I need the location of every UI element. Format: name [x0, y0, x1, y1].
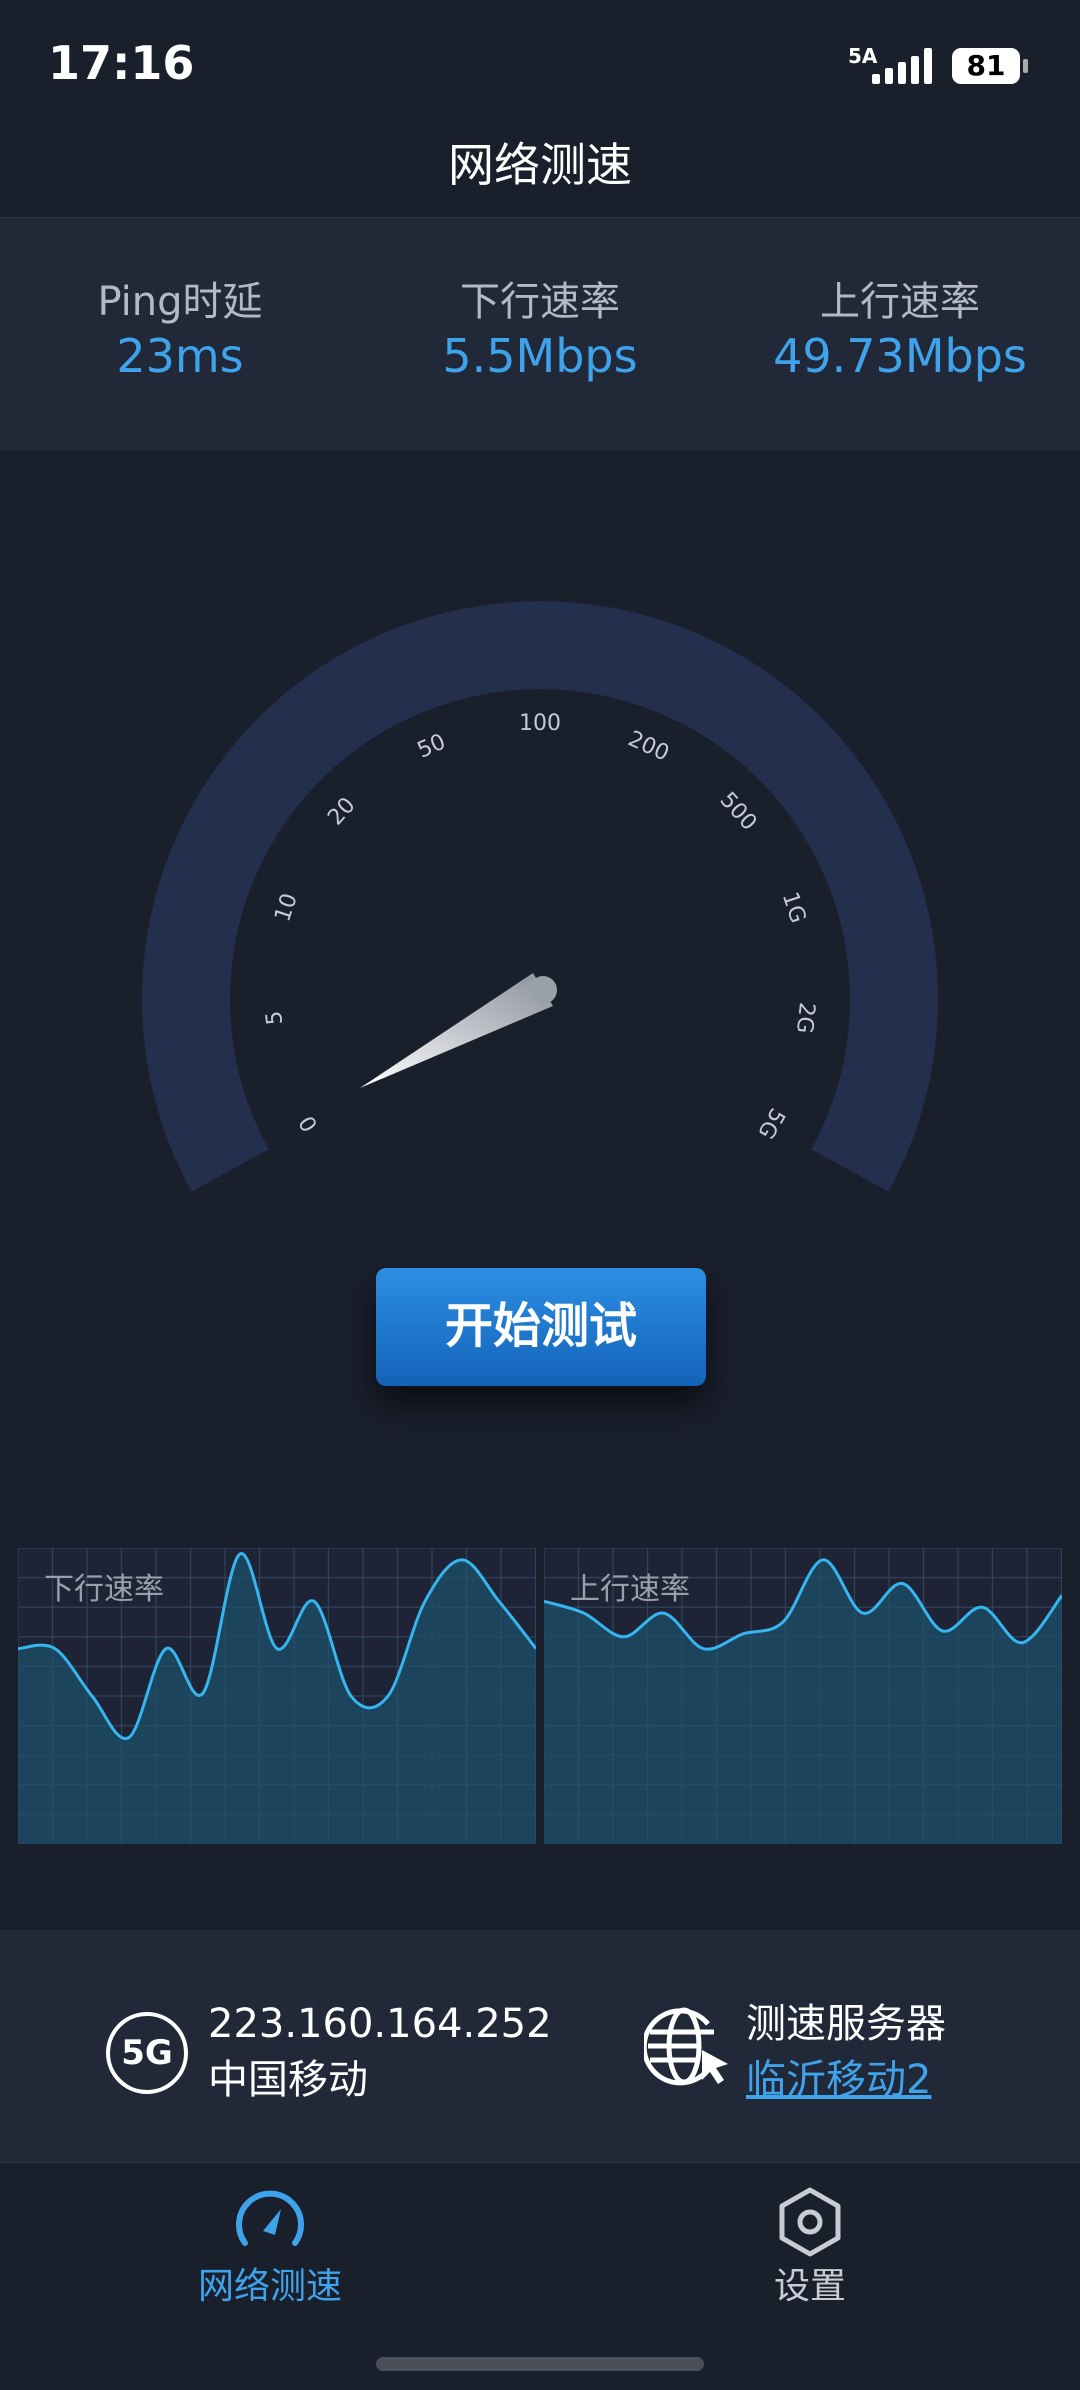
- gauge-needle: [360, 973, 557, 1088]
- gauge-tick-label: 500: [715, 788, 762, 836]
- stats-panel: Ping时延 23ms 下行速率 5.5Mbps 上行速率 49.73Mbps: [0, 218, 1080, 450]
- page-title: 网络测速: [0, 130, 1080, 218]
- gauge-tick-label: 100: [519, 711, 561, 736]
- gauge-tick-label: 5: [262, 1010, 288, 1027]
- globe-cursor-icon: [644, 2007, 728, 2086]
- status-time: 17:16: [48, 36, 195, 90]
- stat-download: 下行速率 5.5Mbps: [360, 218, 720, 450]
- gauge-tick-label: 0: [295, 1111, 324, 1136]
- settings-hexagon-icon: [779, 2187, 841, 2257]
- gauge-tick-label: 2G: [791, 1001, 819, 1034]
- stat-label: Ping时延: [97, 279, 263, 325]
- server-label: 测速服务器: [746, 2001, 946, 2047]
- stat-ping: Ping时延 23ms: [0, 218, 360, 450]
- tab-speed-test[interactable]: 网络测速: [120, 2171, 420, 2321]
- tab-label: 网络测速: [197, 2266, 342, 2307]
- 5g-badge-icon: 5G: [106, 2012, 188, 2094]
- stat-value: 49.73Mbps: [773, 329, 1027, 383]
- home-indicator: [376, 2357, 704, 2371]
- speed-charts: 下行速率 上行速率: [17, 1547, 1064, 1845]
- gauge-tick-label: 200: [624, 727, 673, 767]
- speedometer-icon: [236, 2190, 304, 2246]
- stat-value: 5.5Mbps: [442, 329, 638, 383]
- start-test-button[interactable]: 开始测试: [376, 1268, 706, 1386]
- tab-settings[interactable]: 设置: [660, 2171, 960, 2321]
- server-info: 测速服务器 临沂移动2: [746, 1996, 946, 2108]
- info-bar: 5G 223.160.164.252 中国移动 测速服务器 临沂移动2: [0, 1930, 1080, 2162]
- battery-level: 81: [952, 48, 1020, 84]
- tab-bar: 网络测速 设置: [0, 2162, 1080, 2390]
- download-chart: 下行速率: [17, 1547, 538, 1845]
- carrier-name: 中国移动: [208, 2057, 368, 2103]
- gauge-tick-label: 5G: [752, 1104, 789, 1143]
- status-icons: 5A 81: [848, 44, 1028, 88]
- connection-info: 223.160.164.252 中国移动: [208, 1996, 552, 2108]
- tab-label: 设置: [773, 2266, 846, 2307]
- upload-chart-label: 上行速率: [570, 1572, 690, 1607]
- stat-label: 下行速率: [460, 279, 620, 325]
- signal-icon: [872, 48, 932, 84]
- ip-address: 223.160.164.252: [208, 2001, 552, 2047]
- stat-value: 23ms: [116, 329, 244, 383]
- gauge-tick-label: 1G: [777, 889, 810, 926]
- status-bar: 17:16 5A 81: [0, 0, 1080, 130]
- gauge-tick-label: 20: [323, 793, 360, 831]
- stat-upload: 上行速率 49.73Mbps: [720, 218, 1080, 450]
- download-chart-label: 下行速率: [44, 1572, 164, 1607]
- gauge-tick-label: 50: [414, 729, 450, 763]
- server-link[interactable]: 临沂移动2: [746, 2052, 946, 2108]
- upload-chart: 上行速率: [543, 1547, 1064, 1845]
- gauge-tick-label: 10: [270, 890, 302, 924]
- stat-label: 上行速率: [820, 279, 980, 325]
- speed-gauge: 0 5 10 20 50 100 200 500 1G 2G 5G: [142, 601, 938, 1192]
- battery-icon: 81: [952, 48, 1028, 84]
